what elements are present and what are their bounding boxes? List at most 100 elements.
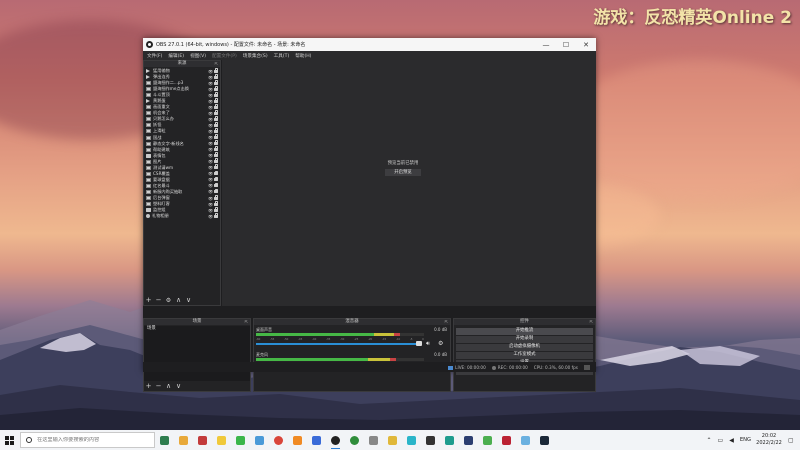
app-icon-green[interactable] xyxy=(478,430,497,450)
gear-icon[interactable]: ⚙ xyxy=(438,340,443,347)
app-icon-teal[interactable] xyxy=(440,430,459,450)
notification-icon[interactable]: ▢ xyxy=(788,437,796,444)
file-explorer-icon[interactable] xyxy=(174,430,193,450)
dock-float-icon[interactable]: ⇱ xyxy=(590,319,593,325)
chrome-icon[interactable] xyxy=(269,430,288,450)
taskbar-search[interactable] xyxy=(20,432,155,448)
move-source-up-button[interactable]: ∧ xyxy=(175,297,182,304)
lock-icon[interactable] xyxy=(214,158,219,164)
app-icon-cyan[interactable] xyxy=(402,430,421,450)
remove-scene-button[interactable]: − xyxy=(155,383,162,390)
lock-icon[interactable] xyxy=(214,85,219,91)
visibility-eye-icon[interactable]: 👁︎ xyxy=(208,189,213,194)
start-virtual-camera-button[interactable]: 启动虚拟摄像机 xyxy=(456,344,593,351)
menu-help[interactable]: 帮助(H) xyxy=(295,53,311,59)
lock-icon[interactable] xyxy=(214,200,219,206)
task-view-icon[interactable] xyxy=(155,430,174,450)
source-item[interactable]: 礼物相册 👁︎ xyxy=(144,212,220,219)
xbox-icon[interactable] xyxy=(345,430,364,450)
visibility-eye-icon[interactable]: 👁︎ xyxy=(208,153,213,158)
lock-icon[interactable] xyxy=(214,103,219,109)
source-properties-button[interactable]: ⚙ xyxy=(165,297,172,304)
visibility-eye-icon[interactable]: 👁︎ xyxy=(208,214,213,219)
move-source-down-button[interactable]: ∨ xyxy=(185,297,192,304)
lock-icon[interactable] xyxy=(214,164,219,170)
app-icon-red[interactable] xyxy=(497,430,516,450)
app-icon-dark[interactable] xyxy=(421,430,440,450)
cloud-app-icon[interactable] xyxy=(193,430,212,450)
store-icon[interactable] xyxy=(250,430,269,450)
lock-icon[interactable] xyxy=(214,212,219,218)
start-button[interactable] xyxy=(0,430,18,450)
speaker-icon[interactable]: 🔊︎ xyxy=(426,340,430,348)
visibility-eye-icon[interactable]: 👁︎ xyxy=(208,165,213,170)
visibility-eye-icon[interactable]: 👁︎ xyxy=(208,177,213,182)
app-icon-yellow[interactable] xyxy=(383,430,402,450)
lock-icon[interactable] xyxy=(214,116,219,121)
visibility-eye-icon[interactable]: 👁︎ xyxy=(208,159,213,164)
lock-icon[interactable] xyxy=(214,182,219,188)
visibility-eye-icon[interactable]: 👁︎ xyxy=(208,135,213,140)
lock-icon[interactable] xyxy=(214,206,219,212)
menu-edit[interactable]: 编辑(E) xyxy=(168,53,184,59)
dock-float-icon[interactable]: ⇱ xyxy=(215,61,218,67)
start-recording-button[interactable]: 开始录制 xyxy=(456,336,593,343)
dock-float-icon[interactable]: ⇱ xyxy=(245,319,248,325)
maximize-button[interactable]: ☐ xyxy=(556,41,576,49)
chevron-up-icon[interactable]: ⌃ xyxy=(706,437,711,444)
menu-view[interactable]: 视图(V) xyxy=(190,53,206,59)
lock-icon[interactable] xyxy=(214,170,219,176)
visibility-eye-icon[interactable]: 👁︎ xyxy=(208,196,213,201)
visibility-eye-icon[interactable]: 👁︎ xyxy=(208,183,213,188)
lock-icon[interactable] xyxy=(214,188,219,194)
menu-scene-collection[interactable]: 场景集合(S) xyxy=(243,53,268,59)
move-scene-down-button[interactable]: ∨ xyxy=(175,383,182,390)
volume-fader-handle[interactable] xyxy=(416,341,422,346)
enable-preview-button[interactable]: 开启预览 xyxy=(385,169,421,176)
studio-mode-button[interactable]: 工作室模式 xyxy=(456,352,593,359)
obs-taskbar-icon[interactable] xyxy=(326,430,345,450)
source-list[interactable]: 猛用输物 👁︎ 弹出连秀 👁︎ 盟海细作二...p3 👁︎ 盟海细作me点击换 👁︎ 斗斗置顶 👁… xyxy=(144,67,220,219)
lock-icon[interactable] xyxy=(214,91,219,97)
lock-icon[interactable] xyxy=(214,140,219,146)
remove-source-button[interactable]: − xyxy=(155,297,162,304)
minimize-button[interactable]: — xyxy=(536,41,556,49)
visibility-eye-icon[interactable]: 👁︎ xyxy=(208,129,213,134)
lock-icon[interactable] xyxy=(214,67,219,73)
window-titlebar[interactable]: OBS 27.0.1 (64-bit, windows) - 配置文件: 未命名… xyxy=(143,38,596,51)
app-icon-navy[interactable] xyxy=(459,430,478,450)
menu-tools[interactable]: 工具(T) xyxy=(274,53,290,59)
menu-profile[interactable]: 配置文件(P) xyxy=(212,53,237,59)
lock-icon[interactable] xyxy=(214,146,219,152)
network-icon[interactable]: ▭ xyxy=(718,437,724,444)
scene-list[interactable]: 场景 xyxy=(144,326,250,381)
lock-icon[interactable] xyxy=(214,73,219,79)
lock-icon[interactable] xyxy=(214,122,219,127)
visibility-eye-icon[interactable]: 👁︎ xyxy=(208,202,213,207)
add-scene-button[interactable]: + xyxy=(145,383,152,390)
menu-file[interactable]: 文件(F) xyxy=(147,53,162,59)
clock[interactable]: 20:02 2022/2/22 xyxy=(754,433,784,447)
visibility-eye-icon[interactable]: 👁︎ xyxy=(208,105,213,110)
close-button[interactable]: ✕ xyxy=(576,41,596,49)
lock-icon[interactable] xyxy=(214,176,219,182)
visibility-eye-icon[interactable]: 👁︎ xyxy=(208,87,213,92)
obs-window[interactable]: OBS 27.0.1 (64-bit, windows) - 配置文件: 未命名… xyxy=(143,38,596,392)
visibility-eye-icon[interactable]: 👁︎ xyxy=(208,75,213,80)
visibility-eye-icon[interactable]: 👁︎ xyxy=(208,81,213,86)
lock-icon[interactable] xyxy=(214,152,219,158)
visibility-eye-icon[interactable]: 👁︎ xyxy=(208,147,213,152)
steam-icon[interactable] xyxy=(535,430,554,450)
scene-item[interactable]: 场景 xyxy=(144,326,250,332)
visibility-eye-icon[interactable]: 👁︎ xyxy=(208,117,213,122)
start-streaming-button[interactable]: 开始推流 xyxy=(456,328,593,335)
app-icon-lightblue[interactable] xyxy=(516,430,535,450)
lock-icon[interactable] xyxy=(214,79,219,85)
notes-app-icon[interactable] xyxy=(212,430,231,450)
lock-icon[interactable] xyxy=(214,110,219,115)
add-source-button[interactable]: + xyxy=(145,297,152,304)
visibility-eye-icon[interactable]: 👁︎ xyxy=(208,208,213,213)
search-input[interactable] xyxy=(37,437,147,443)
visibility-eye-icon[interactable]: 👁︎ xyxy=(208,93,213,98)
app-icon-orange[interactable] xyxy=(288,430,307,450)
